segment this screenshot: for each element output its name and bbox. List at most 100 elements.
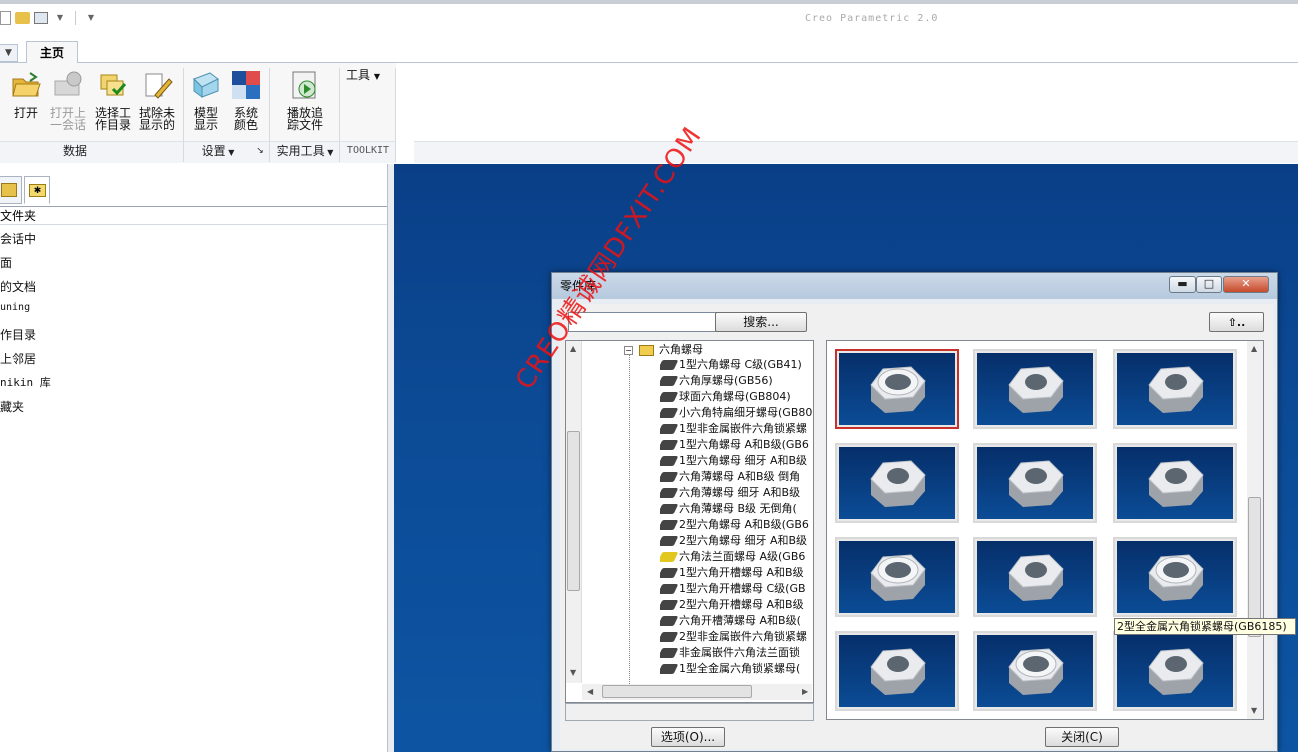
group-settings-button[interactable]: 设置 ▼ — [190, 142, 246, 162]
tree-item[interactable]: 六角法兰面螺母 A级(GB6 — [660, 550, 805, 564]
part-thumbnail[interactable] — [1113, 537, 1237, 617]
open-button[interactable]: 打开 — [8, 69, 44, 119]
model-tree-tab[interactable] — [0, 176, 22, 204]
navigator-splitter[interactable] — [387, 164, 394, 752]
tree-horizontal-scrollbar[interactable]: ◀ ▶ — [582, 684, 812, 700]
window-icon[interactable] — [34, 12, 48, 24]
tree-item[interactable]: 六角薄螺母 细牙 A和B级 — [660, 486, 800, 500]
close-button[interactable]: 关闭(C) — [1045, 727, 1119, 747]
tree-item[interactable]: 2型六角开槽螺母 A和B级 — [660, 598, 804, 612]
minimize-button[interactable]: ▬ — [1169, 276, 1196, 293]
part-icon — [660, 664, 679, 674]
scroll-right-icon[interactable]: ▶ — [802, 687, 808, 696]
hex-nut-image — [977, 541, 1093, 613]
part-thumbnail[interactable] — [1113, 631, 1237, 711]
group-utilities-button[interactable]: 实用工具 ▼ — [272, 142, 338, 162]
dialog-launcher-icon[interactable]: ↘ — [253, 142, 267, 162]
new-file-icon[interactable] — [0, 11, 11, 25]
tree-item[interactable]: 非金属嵌件六角法兰面锁 — [660, 646, 800, 660]
tree-item[interactable]: 1型六角开槽螺母 A和B级 — [660, 566, 804, 580]
part-thumbnail[interactable] — [973, 631, 1097, 711]
tree-item[interactable]: 2型非金属嵌件六角锁紧螺 — [660, 630, 807, 644]
tree-item[interactable]: 1型全金属六角锁紧螺母( — [660, 662, 800, 676]
maximize-button[interactable]: □ — [1196, 276, 1222, 293]
nav-item-desktop[interactable]: 面 — [0, 254, 12, 271]
model-display-button[interactable]: 模型 显示 — [188, 69, 224, 131]
customize-qat-icon[interactable]: ▼ — [83, 10, 99, 26]
group-data-label: 数据 — [62, 144, 87, 158]
scroll-down-icon[interactable]: ▼ — [1251, 706, 1257, 715]
tree-item[interactable]: 1型六角螺母 C级(GB41) — [660, 358, 802, 372]
tree-item[interactable]: 六角开槽薄螺母 A和B级( — [660, 614, 801, 628]
tree-item[interactable]: 1型非金属嵌件六角锁紧螺 — [660, 422, 807, 436]
part-thumbnail[interactable] — [835, 631, 959, 711]
tree-item[interactable]: 2型六角螺母 细牙 A和B级 — [660, 534, 807, 548]
tab-home[interactable]: 主页 — [26, 41, 78, 64]
scroll-up-icon[interactable]: ▲ — [1251, 344, 1257, 353]
search-button[interactable]: 搜索... — [715, 312, 807, 332]
tree-vertical-scrollbar[interactable]: ▲ ▼ — [566, 341, 582, 683]
up-level-button[interactable]: ⇧.. — [1209, 312, 1264, 332]
group-toolkit-label: TOOLKIT — [346, 145, 390, 156]
nav-item-favorites[interactable]: 藏夹 — [0, 398, 24, 415]
tree-scroll-thumb[interactable] — [567, 431, 580, 591]
nav-item-my-documents[interactable]: 的文档 — [0, 278, 36, 295]
erase-not-displayed-button[interactable]: 拭除未 显示的 — [136, 69, 178, 131]
tree-item[interactable]: 六角薄螺母 B级 无倒角( — [660, 502, 797, 516]
hex-nut-icon — [870, 648, 926, 695]
part-thumbnail[interactable] — [973, 443, 1097, 523]
tree-hscroll-thumb[interactable] — [602, 685, 752, 698]
part-icon — [660, 536, 679, 546]
nav-item-working-directory[interactable]: 作目录 — [0, 326, 36, 343]
part-thumbnail[interactable] — [1113, 443, 1237, 523]
part-thumbnail[interactable] — [835, 537, 959, 617]
open-last-session-button[interactable]: 打开上 一会话 — [48, 69, 88, 131]
hex-nut-icon — [1008, 366, 1064, 413]
collapse-icon[interactable]: − — [624, 345, 633, 355]
part-thumbnail[interactable] — [973, 349, 1097, 429]
scroll-left-icon[interactable]: ◀ — [587, 687, 593, 696]
part-icon — [660, 376, 679, 386]
select-working-directory-button[interactable]: 选择工 作目录 — [92, 69, 134, 131]
tree-item-label: 1型六角螺母 细牙 A和B级 — [679, 454, 808, 467]
options-button[interactable]: 选项(O)... — [651, 727, 725, 747]
tree-item[interactable]: 1型六角螺母 细牙 A和B级 — [660, 454, 807, 468]
part-thumbnail[interactable] — [1113, 349, 1237, 429]
file-menu-button[interactable]: ▼ — [0, 44, 18, 62]
tools-menu-button[interactable]: 工具 ▼ — [346, 69, 390, 83]
tree-folder-hex-nuts[interactable]: − 六角螺母 — [624, 343, 703, 357]
favorites-tab[interactable]: ✱ — [24, 176, 50, 204]
tree-item[interactable]: 球面六角螺母(GB804) — [660, 390, 791, 404]
nav-item-user[interactable]: uning — [0, 302, 30, 313]
tree-item[interactable]: 1型六角螺母 A和B级(GB6 — [660, 438, 809, 452]
close-window-button[interactable]: ✕ — [1223, 276, 1269, 293]
part-thumbnail[interactable] — [835, 443, 959, 523]
chevron-down-icon: ▼ — [324, 148, 334, 157]
tree-item-label: 球面六角螺母(GB804) — [679, 390, 791, 403]
scroll-up-icon[interactable]: ▲ — [570, 344, 576, 353]
nav-item-manikin-library[interactable]: nikin 库 — [0, 374, 51, 390]
thumbnail-scrollbar[interactable]: ▲ ▼ — [1247, 341, 1263, 719]
play-trail-file-button[interactable]: 播放追 踪文件 — [282, 69, 328, 131]
part-thumbnail[interactable] — [835, 349, 959, 429]
part-icon — [660, 552, 679, 562]
system-color-button[interactable]: 系统 颜色 — [228, 69, 264, 131]
tree-item[interactable]: 六角厚螺母(GB56) — [660, 374, 773, 388]
tree-item[interactable]: 六角薄螺母 A和B级 倒角 — [660, 470, 800, 484]
chevron-down-icon[interactable]: ▼ — [52, 10, 68, 26]
nav-item-network[interactable]: 上邻居 — [0, 350, 36, 367]
scroll-down-icon[interactable]: ▼ — [570, 668, 576, 677]
tree-item-label: 2型六角开槽螺母 A和B级 — [679, 598, 804, 611]
open-folder-icon[interactable] — [15, 12, 30, 24]
tree-item[interactable]: 1型六角开槽螺母 C级(GB — [660, 582, 806, 596]
part-icon — [660, 392, 679, 402]
close-icon: ✕ — [1241, 277, 1251, 290]
working-directory-icon — [100, 74, 127, 96]
tree-item-label: 1型六角螺母 A和B级(GB6 — [679, 438, 809, 451]
tree-item[interactable]: 2型六角螺母 A和B级(GB6 — [660, 518, 809, 532]
nav-item-in-session[interactable]: 会话中 — [0, 230, 36, 247]
tree-item[interactable]: 小六角特扁细牙螺母(GB80 — [660, 406, 812, 420]
thumb-scroll-thumb[interactable] — [1248, 497, 1261, 637]
part-thumbnail[interactable] — [973, 537, 1097, 617]
tree-item-label: 六角薄螺母 A和B级 倒角 — [679, 470, 801, 483]
